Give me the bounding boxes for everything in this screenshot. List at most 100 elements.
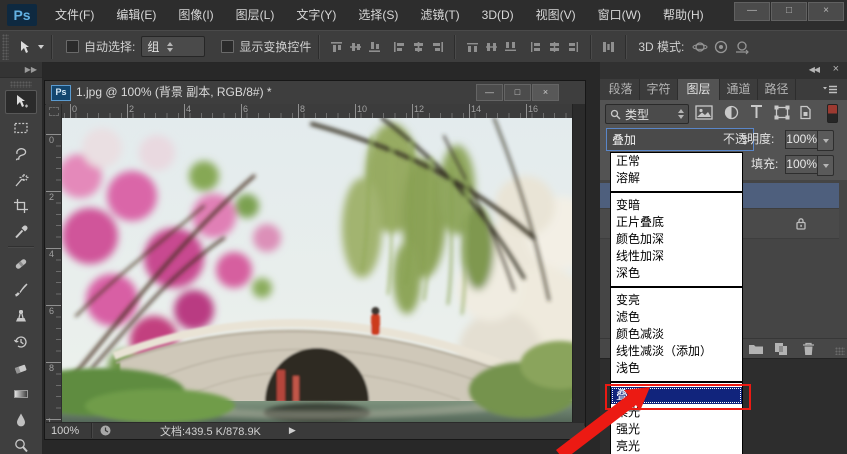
healing-brush-tool[interactable] — [5, 252, 37, 276]
menu-3d[interactable]: 3D(D) — [471, 0, 525, 30]
photo-bridge-scene — [62, 118, 572, 425]
distribute-right-edges-icon[interactable] — [566, 40, 581, 54]
new-layer-icon[interactable] — [774, 342, 788, 356]
distribute-horizontal-centers-icon[interactable] — [547, 40, 562, 54]
toolbar-expand-icon[interactable]: ▶▶ — [0, 62, 42, 78]
clone-stamp-tool[interactable] — [5, 304, 37, 328]
gradient-tool[interactable] — [5, 382, 37, 406]
move-tool-preview-icon[interactable] — [15, 38, 33, 56]
move-tool[interactable] — [5, 90, 37, 114]
opacity-value-field[interactable]: 100% — [785, 130, 821, 149]
align-left-edges-icon[interactable] — [392, 40, 407, 54]
menu-select[interactable]: 选择(S) — [347, 0, 409, 30]
magic-wand-tool[interactable] — [5, 168, 37, 192]
tab-layers[interactable]: 图层 — [678, 79, 720, 100]
collapse-panels-icon[interactable]: ◀◀ — [809, 65, 820, 74]
menu-type[interactable]: 文字(Y) — [285, 0, 347, 30]
document-titlebar[interactable]: Ps 1.jpg @ 100% (背景 副本, RGB/8#) * — □ × — [45, 81, 585, 105]
panel-resize-grip[interactable] — [835, 347, 845, 355]
auto-select-dropdown[interactable]: 组 — [141, 36, 206, 57]
minimize-button[interactable]: — — [734, 2, 770, 21]
align-horizontal-centers-icon[interactable] — [411, 40, 426, 54]
3d-roll-icon[interactable] — [713, 39, 730, 55]
blend-mode-option-normal[interactable]: 正常 — [611, 153, 742, 170]
blend-mode-option-color-dodge[interactable]: 颜色减淡 — [611, 326, 742, 343]
new-group-icon[interactable] — [748, 342, 764, 355]
menu-image[interactable]: 图像(I) — [167, 0, 224, 30]
tab-paragraph[interactable]: 段落 — [602, 79, 640, 100]
menu-help[interactable]: 帮助(H) — [652, 0, 715, 30]
menu-file[interactable]: 文件(F) — [44, 0, 105, 30]
show-transform-checkbox[interactable] — [221, 40, 235, 53]
distribute-top-edges-icon[interactable] — [465, 40, 480, 54]
status-options-arrow-icon[interactable]: ▶ — [289, 425, 296, 436]
close-button[interactable]: × — [808, 2, 844, 21]
filter-smart-objects-icon[interactable] — [798, 105, 813, 120]
document-minimize-button[interactable]: — — [476, 84, 503, 101]
distribute-vertical-centers-icon[interactable] — [484, 40, 499, 54]
menu-layer[interactable]: 图层(L) — [225, 0, 286, 30]
distribute-left-edges-icon[interactable] — [528, 40, 543, 54]
3d-drag-icon[interactable] — [734, 39, 751, 55]
blend-mode-option-darker-color[interactable]: 深色 — [611, 265, 742, 282]
filter-shape-layers-icon[interactable] — [774, 105, 790, 120]
tab-paths[interactable]: 路径 — [758, 79, 796, 100]
dodge-tool[interactable] — [5, 434, 37, 454]
blend-mode-option-vivid-light[interactable]: 亮光 — [611, 438, 742, 454]
menu-edit[interactable]: 编辑(E) — [105, 0, 167, 30]
ruler-origin-corner[interactable] — [46, 104, 62, 119]
blend-mode-option-color-burn[interactable]: 颜色加深 — [611, 231, 742, 248]
filtering-toggle[interactable] — [827, 104, 838, 123]
panel-menu-icon[interactable] — [823, 85, 837, 95]
delete-layer-icon[interactable] — [802, 342, 815, 356]
opacity-dropdown-icon[interactable] — [817, 130, 834, 151]
crop-tool[interactable] — [5, 194, 37, 218]
toolbar-grip[interactable] — [10, 81, 32, 88]
tab-channels[interactable]: 通道 — [720, 79, 758, 100]
dock-close-icon[interactable]: × — [833, 63, 839, 75]
history-brush-tool[interactable] — [5, 330, 37, 354]
brush-tool[interactable] — [5, 278, 37, 302]
canvas[interactable] — [62, 118, 572, 425]
options-bar-grip[interactable] — [2, 33, 9, 60]
separator — [454, 34, 457, 59]
vertical-ruler: 0 2 4 6 8 10 — [46, 118, 61, 436]
eyedropper-tool[interactable] — [5, 220, 37, 244]
align-right-edges-icon[interactable] — [430, 40, 445, 54]
blend-mode-option-multiply[interactable]: 正片叠底 — [611, 214, 742, 231]
align-bottom-edges-icon[interactable] — [367, 40, 382, 54]
document-maximize-button[interactable]: □ — [504, 84, 531, 101]
blur-tool[interactable] — [5, 408, 37, 432]
3d-orbit-icon[interactable] — [692, 39, 709, 55]
filter-pixel-layers-icon[interactable] — [695, 105, 713, 120]
filter-type-layers-icon[interactable] — [749, 104, 764, 120]
blend-mode-option-dissolve[interactable]: 溶解 — [611, 170, 742, 187]
zoom-level-field[interactable]: 100% — [51, 425, 91, 437]
distribute-bottom-edges-icon[interactable] — [503, 40, 518, 54]
tool-preset-dropdown-icon[interactable] — [38, 44, 44, 49]
blend-mode-option-darken[interactable]: 变暗 — [611, 197, 742, 214]
menu-window[interactable]: 窗口(W) — [587, 0, 652, 30]
align-vertical-centers-icon[interactable] — [348, 40, 363, 54]
blend-mode-option-linear-burn[interactable]: 线性加深 — [611, 248, 742, 265]
eraser-tool[interactable] — [5, 356, 37, 380]
lasso-tool[interactable] — [5, 142, 37, 166]
blend-mode-option-lighter-color[interactable]: 浅色 — [611, 360, 742, 377]
distribute-spacing-icon[interactable] — [601, 40, 616, 54]
filter-adjustment-layers-icon[interactable] — [724, 105, 739, 120]
filter-kind-dropdown[interactable]: 类型 — [605, 104, 689, 124]
fill-dropdown-icon[interactable] — [817, 155, 834, 176]
menu-view[interactable]: 视图(V) — [525, 0, 587, 30]
menu-filter[interactable]: 滤镜(T) — [409, 0, 470, 30]
tab-character[interactable]: 字符 — [640, 79, 678, 100]
blend-mode-option-hard-light[interactable]: 强光 — [611, 421, 742, 438]
blend-mode-option-lighten[interactable]: 变亮 — [611, 292, 742, 309]
auto-select-checkbox[interactable] — [66, 40, 79, 53]
document-close-button[interactable]: × — [532, 84, 559, 101]
align-top-edges-icon[interactable] — [329, 40, 344, 54]
maximize-button[interactable]: □ — [771, 2, 807, 21]
blend-mode-option-linear-dodge[interactable]: 线性减淡（添加） — [611, 343, 742, 360]
fill-value-field[interactable]: 100% — [785, 155, 821, 174]
blend-mode-option-screen[interactable]: 滤色 — [611, 309, 742, 326]
rectangular-marquee-tool[interactable] — [5, 116, 37, 140]
